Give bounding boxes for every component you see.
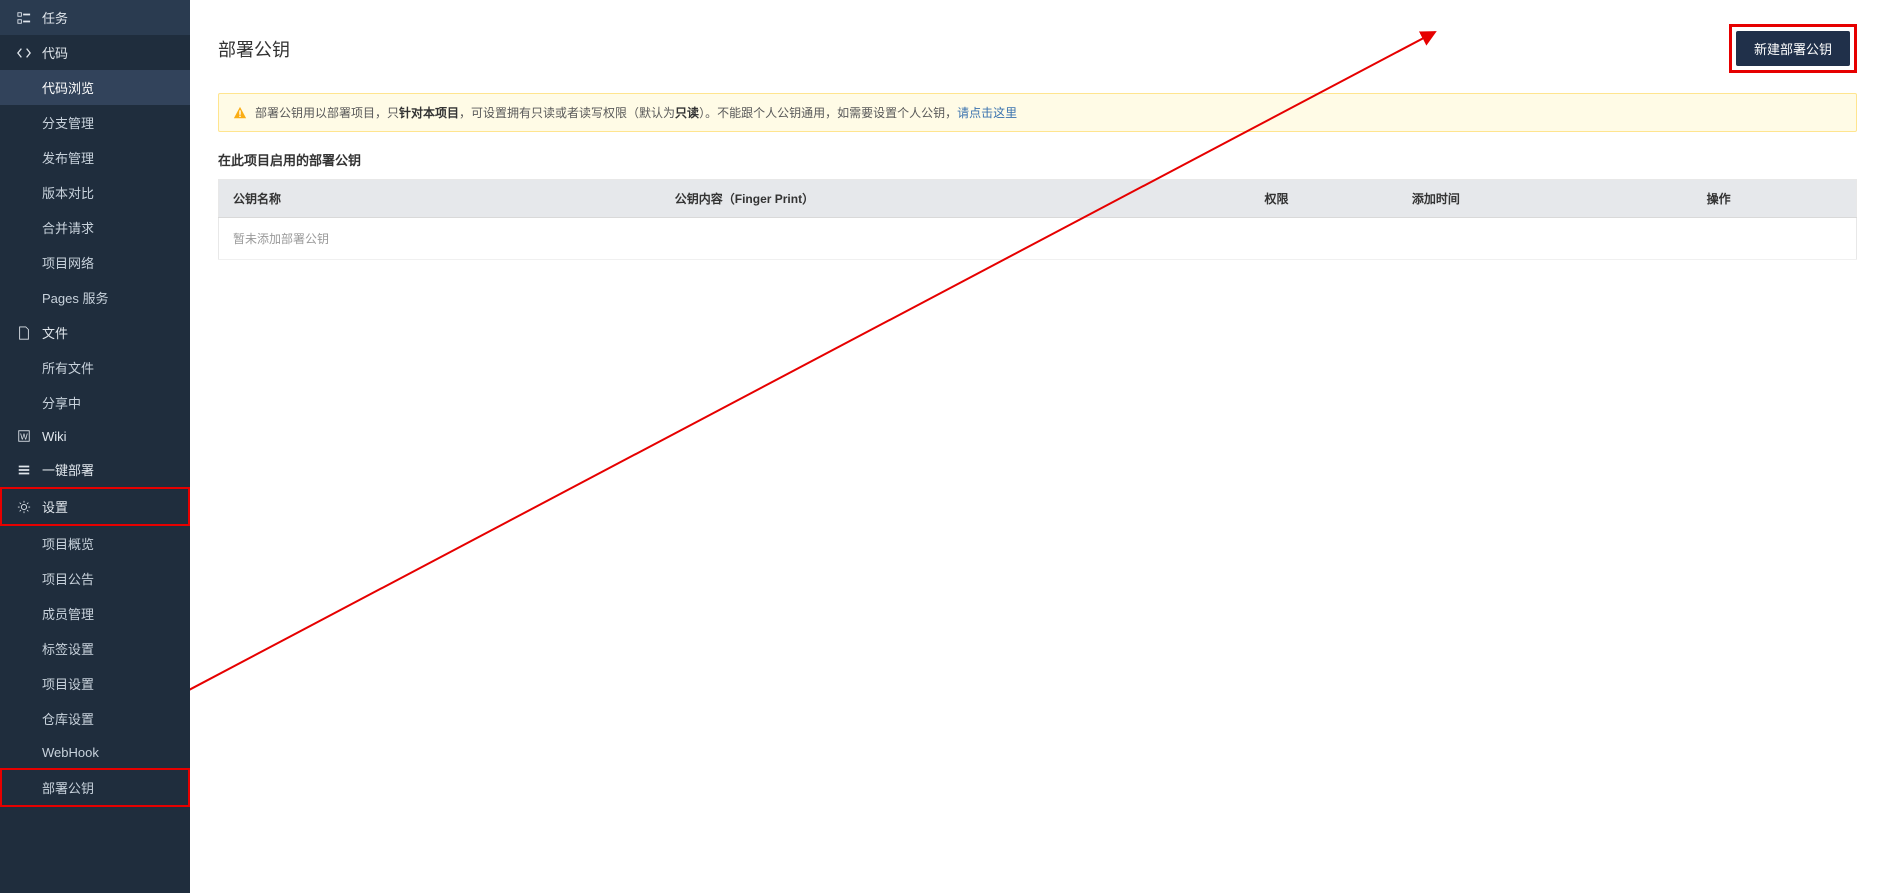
personal-key-link[interactable]: 请点击这里 — [957, 106, 1017, 120]
svg-text:W: W — [20, 433, 28, 442]
warning-icon — [233, 106, 247, 120]
sidebar-label: Pages 服务 — [42, 288, 108, 307]
sidebar-item-code-browse[interactable]: 代码浏览 — [0, 70, 190, 105]
sidebar-label: 项目公告 — [42, 569, 94, 588]
sidebar-label: 合并请求 — [42, 218, 94, 237]
sidebar-item-project-announce[interactable]: 项目公告 — [0, 561, 190, 596]
sidebar-label: 代码 — [42, 43, 68, 62]
sidebar-label: 项目设置 — [42, 674, 94, 693]
table-row-empty: 暂未添加部署公钥 — [219, 218, 1857, 260]
sidebar-item-branches[interactable]: 分支管理 — [0, 105, 190, 140]
page-title: 部署公钥 — [218, 36, 290, 62]
sidebar-item-wiki[interactable]: W Wiki — [0, 420, 190, 452]
sidebar-label: 部署公钥 — [42, 778, 94, 797]
sidebar-item-webhook[interactable]: WebHook — [0, 736, 190, 768]
sidebar-label: 项目概览 — [42, 534, 94, 553]
th-time: 添加时间 — [1398, 180, 1693, 218]
sidebar-item-labels[interactable]: 标签设置 — [0, 631, 190, 666]
sidebar-label: 代码浏览 — [42, 78, 94, 97]
deploy-keys-table: 公钥名称 公钥内容（Finger Print） 权限 添加时间 操作 暂未添加部… — [218, 179, 1857, 260]
alert-text: 部署公钥用以部署项目，只针对本项目，可设置拥有只读或者读写权限（默认为只读）。不… — [255, 104, 1017, 121]
sidebar-item-releases[interactable]: 发布管理 — [0, 140, 190, 175]
sidebar-label: 文件 — [42, 323, 68, 342]
sidebar-item-pages[interactable]: Pages 服务 — [0, 280, 190, 315]
sidebar-item-tasks[interactable]: 任务 — [0, 0, 190, 35]
sidebar-item-repo-settings[interactable]: 仓库设置 — [0, 701, 190, 736]
sidebar-label: 一键部署 — [42, 460, 94, 479]
sidebar-label: 设置 — [42, 497, 68, 516]
sidebar-item-files[interactable]: 文件 — [0, 315, 190, 350]
wiki-icon: W — [16, 428, 32, 444]
th-action: 操作 — [1693, 180, 1857, 218]
sidebar-item-project-overview[interactable]: 项目概览 — [0, 526, 190, 561]
sidebar-item-deploy-keys[interactable]: 部署公钥 — [0, 768, 190, 807]
sidebar-label: 成员管理 — [42, 604, 94, 623]
th-name: 公钥名称 — [219, 180, 661, 218]
sidebar-label: 发布管理 — [42, 148, 94, 167]
sidebar-item-merge-requests[interactable]: 合并请求 — [0, 210, 190, 245]
sidebar-item-all-files[interactable]: 所有文件 — [0, 350, 190, 385]
main-content: 部署公钥 新建部署公钥 部署公钥用以部署项目，只针对本项目，可设置拥有只读或者读… — [190, 0, 1885, 893]
sidebar-item-settings[interactable]: 设置 — [0, 487, 190, 526]
sidebar-item-diff[interactable]: 版本对比 — [0, 175, 190, 210]
checklist-icon — [16, 10, 32, 26]
sidebar-item-code[interactable]: 代码 — [0, 35, 190, 70]
code-icon — [16, 45, 32, 61]
sidebar-item-network[interactable]: 项目网络 — [0, 245, 190, 280]
page-header: 部署公钥 新建部署公钥 — [218, 24, 1857, 73]
table-header-row: 公钥名称 公钥内容（Finger Print） 权限 添加时间 操作 — [219, 180, 1857, 218]
create-deploy-key-button[interactable]: 新建部署公钥 — [1736, 31, 1850, 66]
sidebar-label: 仓库设置 — [42, 709, 94, 728]
th-content: 公钥内容（Finger Print） — [661, 180, 1251, 218]
sidebar-label: 任务 — [42, 8, 68, 27]
sidebar-label: 版本对比 — [42, 183, 94, 202]
sidebar-label: 分支管理 — [42, 113, 94, 132]
empty-message: 暂未添加部署公钥 — [219, 218, 1857, 260]
deploy-icon — [16, 462, 32, 478]
th-perm: 权限 — [1250, 180, 1397, 218]
info-alert: 部署公钥用以部署项目，只针对本项目，可设置拥有只读或者读写权限（默认为只读）。不… — [218, 93, 1857, 132]
sidebar-item-members[interactable]: 成员管理 — [0, 596, 190, 631]
sidebar-label: 项目网络 — [42, 253, 94, 272]
sidebar-label: Wiki — [42, 429, 67, 444]
highlight-box: 新建部署公钥 — [1729, 24, 1857, 73]
annotation-arrow — [190, 0, 1885, 893]
sidebar-item-project-settings[interactable]: 项目设置 — [0, 666, 190, 701]
section-title: 在此项目启用的部署公钥 — [218, 150, 1857, 169]
sidebar-label: 所有文件 — [42, 358, 94, 377]
file-icon — [16, 325, 32, 341]
sidebar-item-sharing[interactable]: 分享中 — [0, 385, 190, 420]
sidebar: 任务 代码 代码浏览 分支管理 发布管理 版本对比 合并请求 项目网络 Page… — [0, 0, 190, 893]
sidebar-label: WebHook — [42, 745, 99, 760]
sidebar-label: 标签设置 — [42, 639, 94, 658]
gear-icon — [16, 499, 32, 515]
sidebar-item-deploy[interactable]: 一键部署 — [0, 452, 190, 487]
sidebar-label: 分享中 — [42, 393, 81, 412]
